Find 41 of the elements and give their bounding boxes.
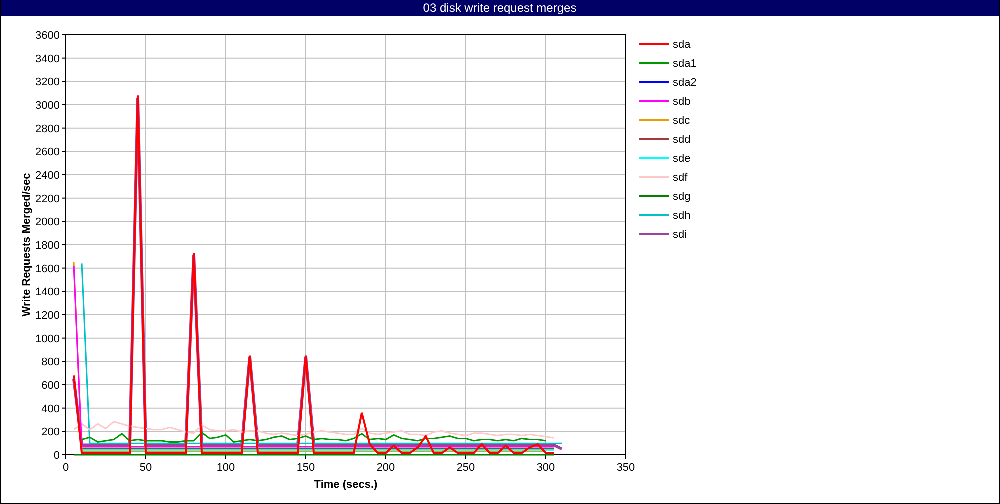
- legend-label: sdd: [673, 134, 691, 146]
- y-axis-title: Write Requests Merged/sec: [21, 173, 33, 317]
- legend-label: sdi: [673, 229, 688, 241]
- axis-tick-label: 1000: [36, 333, 60, 346]
- axis-tick-label: 200: [376, 462, 396, 474]
- axis-tick-label: 2000: [36, 216, 60, 229]
- legend-label: sdf: [673, 172, 688, 184]
- axis-tick-label: 3000: [36, 100, 60, 112]
- legend-label: sde: [673, 153, 691, 165]
- axis-tick-label: 2400: [36, 170, 60, 182]
- axis-tick-label: 100: [216, 462, 236, 474]
- axis-tick-label: 1200: [36, 310, 60, 322]
- axis-tick-label: 3200: [36, 76, 60, 89]
- axis-tick-label: 1600: [36, 263, 60, 276]
- axis-tick-label: 2200: [36, 193, 60, 206]
- axis-tick-label: 600: [42, 380, 60, 392]
- axis-tick-label: 2800: [36, 123, 60, 136]
- legend-label: sda: [673, 39, 691, 51]
- axis-tick-label: 800: [42, 356, 60, 369]
- legend-label: sdg: [673, 191, 691, 203]
- legend-label: sdh: [673, 210, 691, 222]
- legend-label: sdc: [673, 115, 690, 127]
- x-axis-title: Time (secs.): [314, 479, 378, 491]
- legend-label: sdb: [673, 96, 691, 108]
- axis-tick-label: 1800: [36, 240, 60, 252]
- axis-tick-label: 2600: [36, 146, 60, 159]
- axis-tick-label: 0: [54, 450, 60, 462]
- axis-tick-label: 3600: [36, 30, 60, 42]
- axis-tick-label: 3400: [36, 53, 60, 66]
- axis-tick-label: 300: [536, 462, 556, 474]
- axis-tick-label: 350: [616, 462, 636, 474]
- axis-tick-label: 200: [42, 426, 60, 439]
- axis-tick-label: 0: [62, 462, 70, 474]
- axis-tick-label: 150: [296, 462, 316, 474]
- axis-tick-label: 50: [140, 462, 152, 474]
- legend-label: sda2: [673, 77, 697, 89]
- axis-tick-label: 1400: [36, 286, 60, 299]
- axis-tick-label: 250: [456, 462, 476, 474]
- legend-label: sda1: [673, 58, 697, 70]
- axis-tick-label: 400: [42, 403, 60, 416]
- chart-title: 03 disk write request merges: [1, 0, 999, 16]
